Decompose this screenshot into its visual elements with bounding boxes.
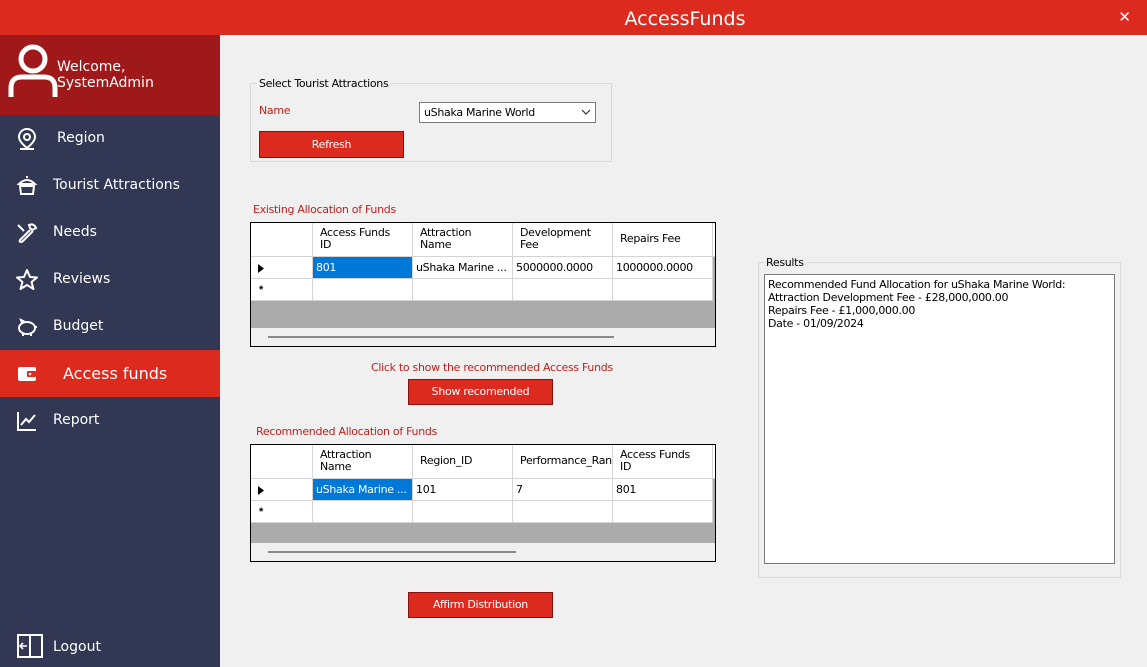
results-line: Recommended Fund Allocation for uShaka M…	[768, 278, 1066, 291]
refresh-button[interactable]: Refresh	[259, 131, 404, 158]
window-title: AccessFunds	[624, 8, 746, 30]
table-cell[interactable]: 801	[313, 257, 413, 279]
table-cell[interactable]: 801	[613, 479, 713, 501]
horizontal-scrollbar[interactable]	[251, 328, 715, 346]
sidebar-item-report[interactable]: Report	[0, 397, 220, 444]
sidebar-item-label: Budget	[53, 318, 104, 334]
sidebar-item-label: Region	[57, 130, 105, 146]
results-line: Date - 01/09/2024	[768, 317, 864, 330]
table-cell[interactable]: 5000000.0000	[513, 257, 613, 279]
welcome-text: Welcome, SystemAdmin	[57, 59, 154, 91]
current-row-icon	[258, 264, 264, 273]
grid-corner	[251, 223, 313, 257]
chart-line-icon	[17, 412, 36, 431]
recommended-allocation-grid[interactable]: Attraction Name Region_ID Performance_Ra…	[250, 444, 716, 562]
sidebar-item-region[interactable]: Region	[0, 115, 220, 162]
column-header-filler	[713, 445, 715, 479]
sidebar-item-reviews[interactable]: Reviews	[0, 256, 220, 303]
title-bar: AccessFunds ✕	[0, 0, 1147, 35]
table-cell[interactable]	[313, 279, 413, 301]
horizontal-scrollbar[interactable]	[251, 543, 715, 561]
logout-label: Logout	[53, 639, 101, 655]
table-cell[interactable]	[413, 279, 513, 301]
results-legend: Results	[764, 256, 806, 269]
current-row-icon	[258, 486, 264, 495]
affirm-distribution-button[interactable]: Affirm Distribution	[408, 592, 553, 618]
row-header[interactable]	[251, 257, 313, 279]
table-cell[interactable]: 101	[413, 479, 513, 501]
table-cell[interactable]	[413, 501, 513, 523]
map-pin-icon	[17, 127, 37, 150]
table-cell[interactable]	[513, 279, 613, 301]
new-row-header[interactable]: *	[251, 501, 313, 523]
sidebar-item-label: Access funds	[63, 364, 168, 383]
recommended-allocation-label: Recommended Allocation of Funds	[256, 425, 437, 438]
row-header[interactable]	[251, 479, 313, 501]
close-icon[interactable]: ✕	[1118, 8, 1131, 26]
scrollbar-thumb[interactable]	[268, 551, 516, 553]
table-cell[interactable]: uShaka Marine ...	[413, 257, 513, 279]
logout-icon	[17, 634, 43, 658]
sidebar-item-label: Needs	[53, 224, 97, 240]
sidebar: Welcome, SystemAdmin Region Tourist Attr…	[0, 35, 220, 667]
table-cell[interactable]	[313, 501, 413, 523]
table-cell[interactable]: 7	[513, 479, 613, 501]
sidebar-item-access-funds[interactable]: Access funds	[0, 350, 220, 397]
logout-button[interactable]: Logout	[0, 622, 220, 667]
sidebar-item-needs[interactable]: Needs	[0, 209, 220, 256]
results-line: Repairs Fee - £1,000,000.00	[768, 304, 916, 317]
column-header[interactable]: Region_ID	[413, 445, 513, 479]
show-recommended-prompt: Click to show the recommended Access Fun…	[371, 361, 613, 374]
new-row-header[interactable]: *	[251, 279, 313, 301]
column-header[interactable]: Attraction Name	[313, 445, 413, 479]
existing-allocation-label: Existing Allocation of Funds	[253, 203, 396, 216]
user-avatar-icon	[8, 44, 58, 97]
sidebar-item-label: Report	[53, 412, 100, 428]
star-icon	[16, 269, 38, 290]
scrollbar-thumb[interactable]	[268, 336, 614, 338]
attraction-icon	[16, 176, 38, 195]
wrench-icon	[17, 223, 38, 244]
piggy-bank-icon	[18, 318, 37, 336]
attraction-name-select[interactable]: uShaka Marine World	[419, 102, 596, 123]
column-header[interactable]: Access Funds ID	[613, 445, 713, 479]
wallet-icon	[18, 367, 36, 381]
table-cell[interactable]	[513, 501, 613, 523]
table-cell[interactable]	[613, 501, 713, 523]
table-cell[interactable]: uShaka Marine ...	[313, 479, 413, 501]
sidebar-item-budget[interactable]: Budget	[0, 303, 220, 350]
column-header[interactable]: Development Fee	[513, 223, 613, 257]
user-profile: Welcome, SystemAdmin	[0, 35, 220, 115]
column-header[interactable]: Repairs Fee	[613, 223, 713, 257]
column-header[interactable]: Attraction Name	[413, 223, 513, 257]
sidebar-item-label: Tourist Attractions	[53, 177, 180, 193]
sidebar-item-tourist-attractions[interactable]: Tourist Attractions	[0, 162, 220, 209]
table-cell[interactable]: 1000000.0000	[613, 257, 713, 279]
grid-corner	[251, 445, 313, 479]
name-label: Name	[259, 104, 291, 117]
results-line: Attraction Development Fee - £28,000,000…	[768, 291, 1009, 304]
column-header[interactable]: Performance_Rank	[513, 445, 613, 479]
chevron-down-icon	[581, 109, 591, 115]
existing-allocation-grid[interactable]: Access Funds ID Attraction Name Developm…	[250, 222, 716, 347]
show-recommended-button[interactable]: Show recomended	[408, 379, 553, 405]
column-header-filler	[713, 223, 715, 257]
selected-value: uShaka Marine World	[424, 106, 535, 119]
sidebar-item-label: Reviews	[53, 271, 111, 287]
column-header[interactable]: Access Funds ID	[313, 223, 413, 257]
results-textbox[interactable]: Recommended Fund Allocation for uShaka M…	[764, 274, 1115, 564]
table-cell[interactable]	[613, 279, 713, 301]
select-attraction-legend: Select Tourist Attractions	[257, 77, 391, 90]
